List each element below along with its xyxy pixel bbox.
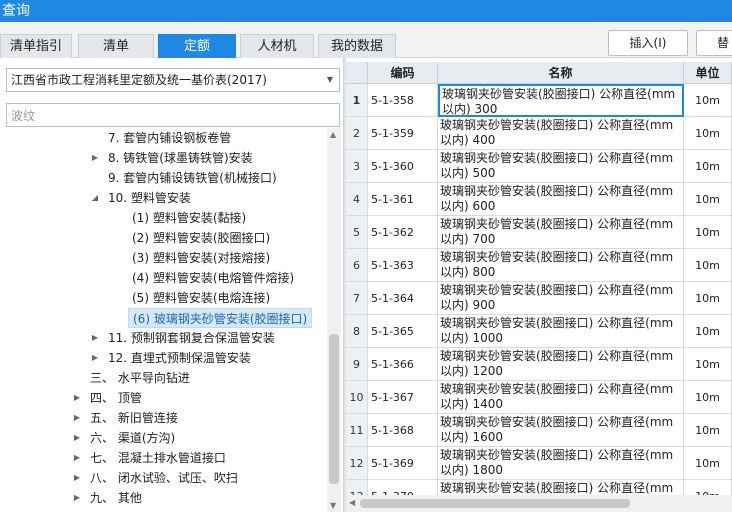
scroll-left-icon[interactable]: ◀ <box>349 498 355 507</box>
search-input[interactable] <box>6 103 340 127</box>
table-row[interactable]: 5 5-1-362 玻璃钢夹砂管安装(胶圈接口) 公称直径(mm以内) 700 … <box>346 216 732 249</box>
scroll-down-icon[interactable]: ▼ <box>330 501 336 510</box>
table-row[interactable]: 10 5-1-367 玻璃钢夹砂管安装(胶圈接口) 公称直径(mm以内) 140… <box>346 381 732 414</box>
quota-table: 编码 名称 单位 1 5-1-358 玻璃钢夹砂管安装(胶圈接口) 公称直径(m… <box>346 62 732 496</box>
expand-arrow-icon[interactable]: ▶ <box>90 328 100 348</box>
tab-bill[interactable]: 清单 <box>78 34 154 58</box>
expand-arrow-icon[interactable]: ▶ <box>72 388 82 408</box>
quota-tree: 7. 套管内铺设钢板卷管 ▶ 8. 铸铁管(球墨铸铁管)安装 9. 套管内铺设铸… <box>0 128 326 512</box>
table-row[interactable]: 9 5-1-366 玻璃钢夹砂管安装(胶圈接口) 公称直径(mm以内) 1200… <box>346 348 732 381</box>
window-title: 查询 <box>0 0 732 22</box>
expand-arrow-icon[interactable]: ▶ <box>90 148 100 168</box>
quota-tree-panel: 江西省市政工程消耗里定额及统一基价表(2017) ▼ 7. 套管内铺设钢板卷管 … <box>0 58 344 512</box>
tree-scrollbar[interactable]: ▲ ▼ <box>327 128 341 512</box>
tab-my-data[interactable]: 我的数据 <box>318 34 396 58</box>
table-row[interactable]: 6 5-1-363 玻璃钢夹砂管安装(胶圈接口) 公称直径(mm以内) 800 … <box>346 249 732 282</box>
row-number-header <box>346 62 368 84</box>
table-row[interactable]: 11 5-1-368 玻璃钢夹砂管安装(胶圈接口) 公称直径(mm以内) 160… <box>346 414 732 447</box>
insert-button[interactable]: 插入(I) <box>608 30 688 56</box>
column-header-name[interactable]: 名称 <box>438 62 684 84</box>
table-row[interactable]: 7 5-1-364 玻璃钢夹砂管安装(胶圈接口) 公称直径(mm以内) 900 … <box>346 282 732 315</box>
expand-arrow-icon[interactable]: ▶ <box>72 428 82 448</box>
collapse-arrow-icon[interactable]: ◢ <box>90 188 100 208</box>
library-select[interactable]: 江西省市政工程消耗里定额及统一基价表(2017) ▼ <box>6 68 340 92</box>
tab-labor-material-machine[interactable]: 人材机 <box>240 34 314 58</box>
tab-bar: 清单指引 清单 定额 人材机 我的数据 插入(I) 替 <box>0 22 732 58</box>
expand-arrow-icon[interactable]: ▶ <box>72 408 82 428</box>
table-row[interactable]: 13 5-1-370 玻璃钢夹砂管安装(胶圈接口) 公称直径(mm以内) 200… <box>346 480 732 496</box>
library-select-value: 江西省市政工程消耗里定额及统一基价表(2017) <box>11 73 267 87</box>
table-row[interactable]: 3 5-1-360 玻璃钢夹砂管安装(胶圈接口) 公称直径(mm以内) 500 … <box>346 150 732 183</box>
expand-arrow-icon[interactable]: ▶ <box>72 448 82 468</box>
table-row[interactable]: 1 5-1-358 玻璃钢夹砂管安装(胶圈接口) 公称直径(mm以内) 300 … <box>346 84 732 117</box>
expand-arrow-icon[interactable]: ▶ <box>72 488 82 508</box>
tab-bill-guide[interactable]: 清单指引 <box>0 34 72 58</box>
table-row[interactable]: 2 5-1-359 玻璃钢夹砂管安装(胶圈接口) 公称直径(mm以内) 400 … <box>346 117 732 150</box>
chevron-down-icon[interactable]: ▼ <box>327 69 333 91</box>
scroll-up-icon[interactable]: ▲ <box>330 130 336 139</box>
tab-quota[interactable]: 定额 <box>158 34 236 58</box>
table-row[interactable]: 8 5-1-365 玻璃钢夹砂管安装(胶圈接口) 公称直径(mm以内) 1000… <box>346 315 732 348</box>
replace-button[interactable]: 替 <box>696 30 732 56</box>
column-header-code[interactable]: 编码 <box>368 62 438 84</box>
column-header-unit[interactable]: 单位 <box>684 62 732 84</box>
table-row[interactable]: 12 5-1-369 玻璃钢夹砂管安装(胶圈接口) 公称直径(mm以内) 180… <box>346 447 732 480</box>
table-row[interactable]: 4 5-1-361 玻璃钢夹砂管安装(胶圈接口) 公称直径(mm以内) 600 … <box>346 183 732 216</box>
quota-grid-panel: 编码 名称 单位 1 5-1-358 玻璃钢夹砂管安装(胶圈接口) 公称直径(m… <box>346 58 732 512</box>
scrollbar-thumb[interactable] <box>360 499 630 508</box>
scrollbar-thumb[interactable] <box>329 334 339 484</box>
expand-arrow-icon[interactable]: ▶ <box>90 348 100 368</box>
expand-arrow-icon[interactable]: ▶ <box>72 468 82 488</box>
grid-horizontal-scrollbar[interactable]: ◀ <box>346 495 732 512</box>
